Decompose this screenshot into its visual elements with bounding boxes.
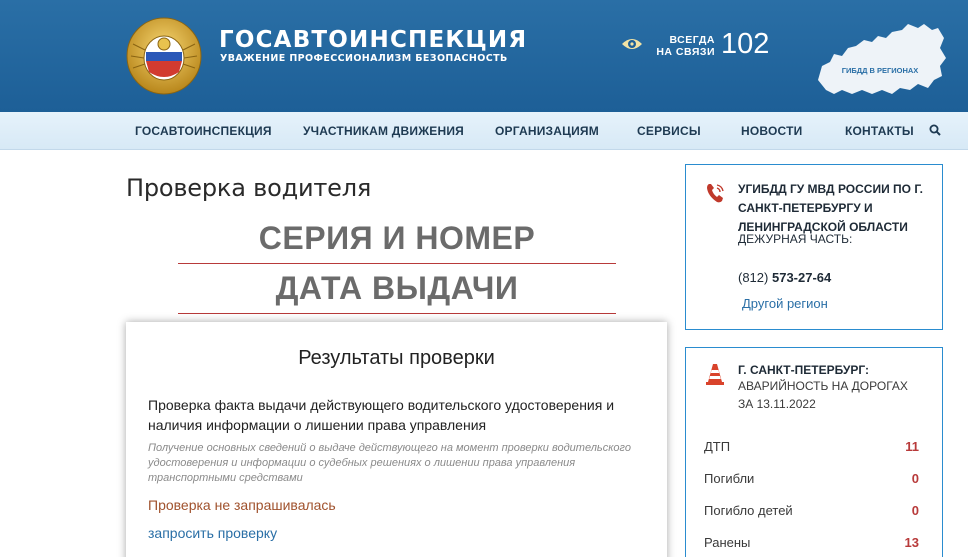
page-title: Проверка водителя [126,174,372,202]
stat-value: 11 [905,439,919,454]
results-note: Получение основных сведений о выдаче дей… [148,442,631,484]
nav-item-contacts[interactable]: КОНТАКТЫ [845,124,914,138]
nav-item-gosavtoinspekciya[interactable]: ГОСАВТОИНСПЕКЦИЯ [135,124,272,138]
eye-icon[interactable] [621,36,643,52]
phone-icon [707,184,724,203]
nav-item-services[interactable]: СЕРВИСЫ [637,124,701,138]
always-line-1: ВСЕГДА [669,34,715,46]
duty-label: ДЕЖУРНАЯ ЧАСТЬ: [738,232,853,246]
duty-phone[interactable]: (812) 573-27-64 [738,270,831,285]
org-name: УГИБДД ГУ МВД РОССИИ ПО Г. САНКТ-ПЕТЕРБУ… [738,182,923,234]
russia-map-icon[interactable] [812,18,948,100]
hotline-number[interactable]: 102 [721,28,769,61]
results-card: Результаты проверки Проверка факта выдач… [126,322,667,557]
series-number-heading: СЕРИЯ И НОМЕР [258,220,536,256]
stat-value: 0 [911,471,919,486]
stat-label: ДТП [704,439,731,454]
accidents-city: Г. САНКТ-ПЕТЕРБУРГ: [738,363,870,377]
emblem-logo-icon[interactable] [125,14,203,96]
nav-item-organizations[interactable]: ОРГАНИЗАЦИЯМ [495,124,599,138]
traffic-cone-icon [706,364,724,385]
stat-value: 13 [904,535,919,550]
check-status: Проверка не запрашивалась [148,497,336,513]
accidents-subtitle: АВАРИЙНОСТЬ НА ДОРОГАХ [738,379,908,393]
search-icon[interactable] [929,124,941,136]
brand-title[interactable]: ГОСАВТОИНСПЕКЦИЯ [219,27,527,53]
request-check-link[interactable]: запросить проверку [148,525,277,541]
stat-value: 0 [911,503,919,518]
map-label[interactable]: ГИБДД В РЕГИОНАХ [840,66,920,75]
stat-label: Ранены [704,535,751,550]
other-region-link[interactable]: Другой регион [742,296,828,311]
phone-number: 573-27-64 [771,270,832,285]
divider [178,263,616,264]
brand-subtitle: УВАЖЕНИЕ ПРОФЕССИОНАЛИЗМ БЕЗОПАСНОСТЬ [220,53,508,64]
results-title: Результаты проверки [298,347,495,369]
divider [178,313,616,314]
stat-label: Погибло детей [704,503,793,518]
issue-date-heading: ДАТА ВЫДАЧИ [275,270,519,306]
phone-code: (812) [738,270,769,285]
results-description: Проверка факта выдачи действующего водит… [148,397,615,433]
nav-item-news[interactable]: НОВОСТИ [741,124,802,138]
always-in-touch-label: ВСЕГДА НА СВЯЗИ [655,34,715,58]
always-line-2: НА СВЯЗИ [656,46,715,58]
nav-item-participants[interactable]: УЧАСТНИКАМ ДВИЖЕНИЯ [303,124,464,138]
accidents-date: ЗА 13.11.2022 [738,397,816,411]
stat-label: Погибли [704,471,755,486]
